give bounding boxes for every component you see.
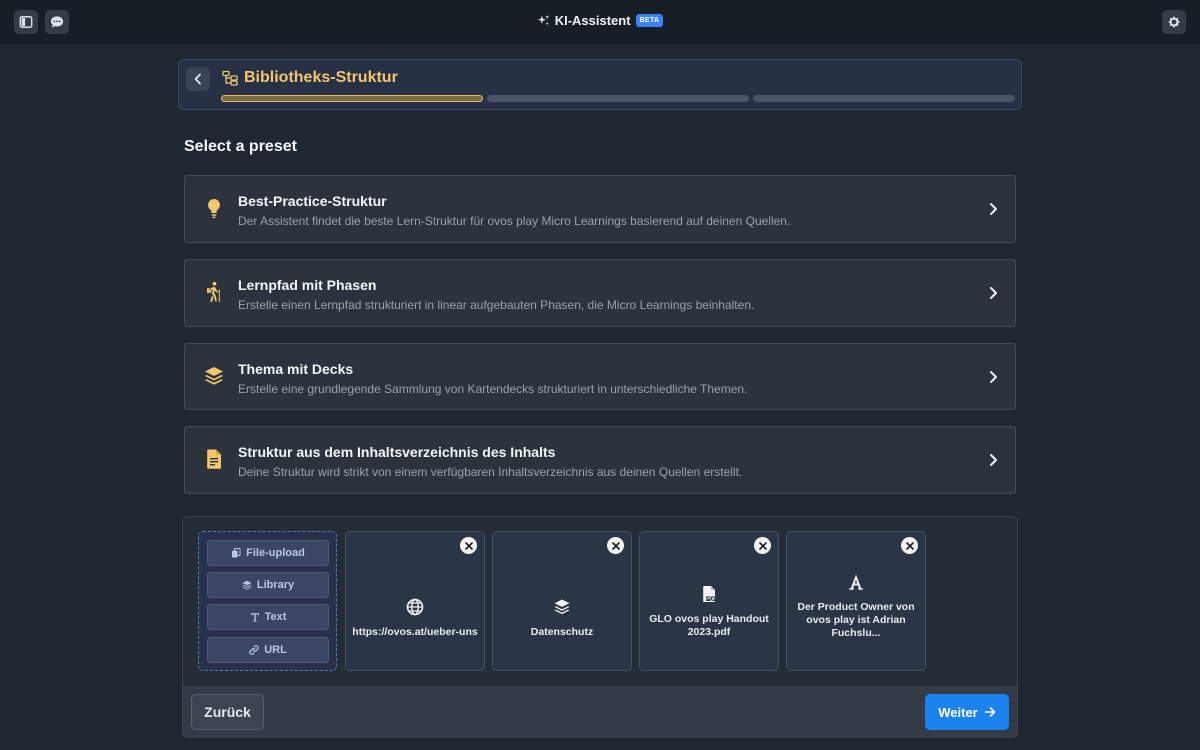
pdf-icon: [703, 586, 717, 602]
url-label: URL: [264, 644, 287, 656]
preset-description: Deine Struktur wird strikt von einem ver…: [238, 465, 743, 479]
sources-panel: File-upload Library Text URL https://ovo…: [182, 516, 1018, 738]
chevron-right-icon: [990, 287, 997, 299]
preset-description: Der Assistent findet die beste Lern-Stru…: [238, 214, 791, 228]
header-back-button[interactable]: [186, 67, 210, 91]
source-content: Der Product Owner von ovos play ist Adri…: [793, 556, 919, 656]
back-button[interactable]: Zurück: [191, 694, 264, 730]
step-header: Bibliotheks-Struktur: [178, 59, 1022, 110]
gear-icon: [1168, 16, 1180, 28]
file-upload-button[interactable]: File-upload: [207, 540, 329, 566]
library-button[interactable]: Library: [207, 572, 329, 598]
source-content: Datenschutz: [499, 568, 625, 668]
preset-best-practice[interactable]: Best-Practice-Struktur Der Assistent fin…: [184, 175, 1016, 243]
chevron-right-icon: [990, 454, 997, 466]
source-content: GLO ovos play Handout 2023.pdf: [646, 562, 772, 662]
preset-topic-decks[interactable]: Thema mit Decks Erstelle eine grundlegen…: [184, 343, 1016, 410]
source-card[interactable]: Der Product Owner von ovos play ist Adri…: [786, 531, 926, 671]
source-label: GLO ovos play Handout 2023.pdf: [649, 613, 769, 638]
app-brand: KI-Assistent BETA: [0, 13, 1200, 28]
add-source-box: File-upload Library Text URL: [198, 531, 337, 671]
close-icon: [905, 541, 914, 550]
preset-title: Best-Practice-Struktur: [238, 193, 387, 209]
step-progress: [221, 95, 1015, 102]
preset-table-of-contents[interactable]: Struktur aus dem Inhaltsverzeichnis des …: [184, 426, 1016, 494]
remove-source-button[interactable]: [607, 537, 624, 554]
source-content: https://ovos.at/ueber-uns: [352, 568, 478, 668]
sparkles-icon: [537, 14, 549, 26]
layers-icon: [242, 580, 252, 590]
url-button[interactable]: URL: [207, 637, 329, 663]
settings-button[interactable]: [1162, 10, 1186, 34]
preset-learning-path[interactable]: Lernpfad mit Phasen Erstelle einen Lernp…: [184, 259, 1016, 327]
beta-badge: BETA: [635, 14, 664, 27]
remove-source-button[interactable]: [901, 537, 918, 554]
progress-step-1: [221, 95, 483, 102]
document-icon: [207, 449, 221, 469]
structure-icon: [222, 70, 238, 86]
close-icon: [611, 541, 620, 550]
globe-icon: [406, 598, 424, 615]
source-label: Der Product Owner von ovos play ist Adri…: [797, 600, 915, 639]
hiker-icon: [207, 281, 220, 302]
text-icon: [250, 613, 259, 622]
library-label: Library: [256, 579, 295, 591]
file-upload-label: File-upload: [246, 547, 305, 559]
wizard-footer: Zurück Weiter: [183, 686, 1017, 737]
text-button[interactable]: Text: [207, 604, 329, 630]
next-button[interactable]: Weiter: [925, 694, 1009, 730]
chevron-right-icon: [990, 203, 997, 215]
next-label: Weiter: [938, 704, 978, 720]
close-icon: [464, 541, 473, 550]
progress-step-3: [753, 95, 1015, 102]
source-label: Datenschutz: [530, 625, 594, 638]
preset-title: Struktur aus dem Inhaltsverzeichnis des …: [238, 444, 556, 460]
source-label: https://ovos.at/ueber-uns: [352, 625, 478, 638]
chevron-left-icon: [194, 73, 201, 85]
link-icon: [249, 645, 259, 655]
lightbulb-icon: [208, 199, 220, 218]
preset-description: Erstelle einen Lernpfad strukturiert in …: [238, 298, 755, 312]
preset-title: Thema mit Decks: [238, 361, 354, 377]
arrow-right-icon: [984, 707, 996, 717]
text-label: Text: [264, 611, 287, 623]
layers-icon: [205, 367, 223, 385]
close-icon: [758, 541, 767, 550]
top-bar: KI-Assistent BETA: [0, 0, 1200, 44]
source-card[interactable]: https://ovos.at/ueber-uns: [345, 531, 485, 671]
page-title: Bibliotheks-Struktur: [244, 69, 398, 86]
remove-source-button[interactable]: [754, 537, 771, 554]
section-title: Select a preset: [184, 138, 297, 155]
source-card[interactable]: Datenschutz: [492, 531, 632, 671]
remove-source-button[interactable]: [460, 537, 477, 554]
preset-title: Lernpfad mit Phasen: [238, 277, 377, 293]
app-title: KI-Assistent: [554, 13, 631, 28]
text-a-icon: [849, 574, 863, 590]
layers-icon: [554, 599, 570, 614]
preset-description: Erstelle eine grundlegende Sammlung von …: [238, 382, 748, 396]
progress-step-2: [487, 95, 749, 102]
chevron-right-icon: [990, 371, 997, 383]
file-copy-icon: [232, 548, 241, 558]
source-card[interactable]: GLO ovos play Handout 2023.pdf: [639, 531, 779, 671]
